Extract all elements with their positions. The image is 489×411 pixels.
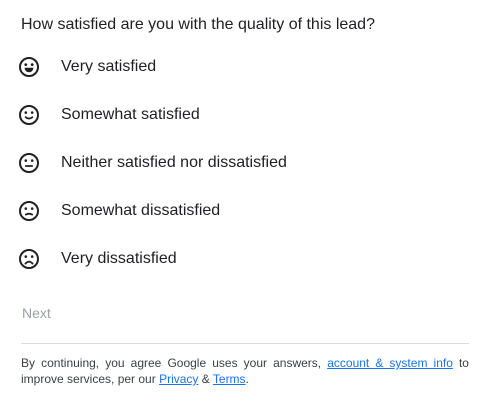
lead-quality-survey: How satisfied are you with the quality o… xyxy=(0,0,489,411)
option-label: Neither satisfied nor dissatisfied xyxy=(61,154,287,171)
neutral-face-icon xyxy=(18,152,40,174)
option-label: Somewhat satisfied xyxy=(61,106,200,123)
slight-smile-face-icon xyxy=(18,104,40,126)
survey-question: How satisfied are you with the quality o… xyxy=(21,16,375,33)
option-somewhat-dissatisfied[interactable]: Somewhat dissatisfied xyxy=(18,199,220,223)
option-neutral[interactable]: Neither satisfied nor dissatisfied xyxy=(18,151,287,175)
period: . xyxy=(245,372,249,386)
option-very-dissatisfied[interactable]: Very dissatisfied xyxy=(18,247,177,271)
account-system-info-link[interactable]: account & system info xyxy=(327,356,453,370)
very-happy-face-icon xyxy=(18,56,40,78)
ampersand: & xyxy=(201,372,210,386)
next-button[interactable]: Next xyxy=(22,303,51,323)
option-very-satisfied[interactable]: Very satisfied xyxy=(18,55,156,79)
consent-disclaimer: By continuing, you agree Google uses you… xyxy=(21,355,469,387)
terms-link[interactable]: Terms xyxy=(213,372,246,386)
sad-face-icon xyxy=(18,248,40,270)
privacy-link[interactable]: Privacy xyxy=(159,372,198,386)
option-label: Very satisfied xyxy=(61,58,157,75)
slight-frown-face-icon xyxy=(18,200,40,222)
option-label: Very dissatisfied xyxy=(61,250,177,267)
option-somewhat-satisfied[interactable]: Somewhat satisfied xyxy=(18,103,200,127)
disclaimer-text: By continuing, you agree Google uses you… xyxy=(21,356,322,370)
divider xyxy=(21,343,469,344)
option-label: Somewhat dissatisfied xyxy=(61,202,221,219)
